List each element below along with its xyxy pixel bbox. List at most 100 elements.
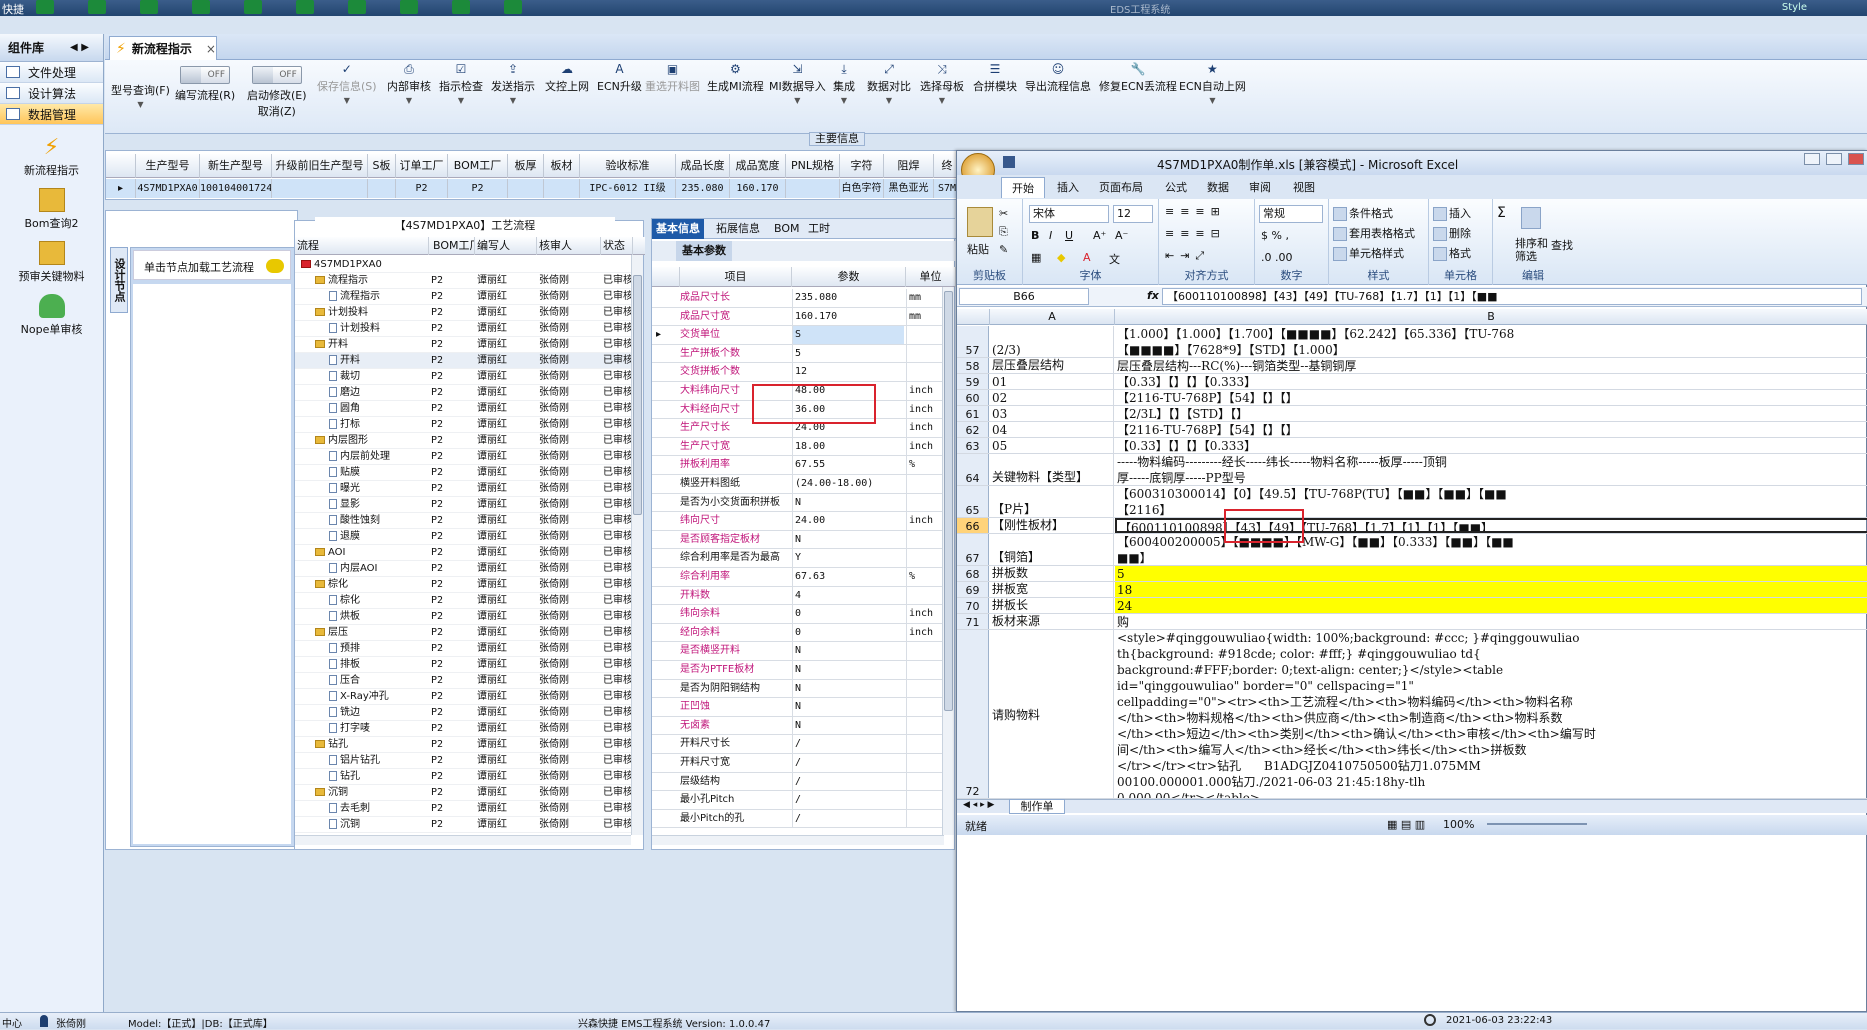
tree-row[interactable]: 沉铜 P2 谭丽红 张倚刚 已审核 (295, 817, 633, 833)
fill-color-icon[interactable]: ◆ (1057, 251, 1065, 264)
col-header[interactable]: 参数 (792, 267, 906, 287)
tree-node[interactable]: 裁切 (295, 369, 429, 385)
grid-cell[interactable]: 黑色亚光 (884, 179, 934, 198)
cell-b[interactable]: 【2116-TU-768P】【54】【】【】 (1115, 390, 1867, 405)
tree-node[interactable]: 棕化 (295, 593, 429, 609)
tree-node[interactable]: 层压 (295, 625, 429, 641)
tree-row[interactable]: AOI P2 谭丽红 张倚刚 已审核 (295, 545, 633, 561)
grid-cell[interactable] (368, 179, 396, 198)
grid-cell[interactable]: P2 (448, 179, 508, 198)
param-row[interactable]: 最小Pitch的孔 / (652, 809, 944, 829)
merge-module-button[interactable]: ☰ 合拼模块 (973, 62, 1017, 94)
tree-row[interactable]: 内层前处理 P2 谭丽红 张倚刚 已审核 (295, 449, 633, 465)
sheet-row[interactable]: 66 【刚性板材】 【600110100898】【43】【49】【TU-768】【1… (957, 518, 1867, 534)
refresh-icon[interactable] (88, 0, 106, 14)
shrink-font-icon[interactable]: A⁻ (1115, 229, 1128, 242)
tree-node[interactable]: 开料 (295, 337, 429, 353)
grow-font-icon[interactable]: A⁺ (1093, 229, 1106, 242)
toggle-switch[interactable]: OFF (251, 66, 302, 84)
tree-row[interactable]: 预排 P2 谭丽红 张倚刚 已审核 (295, 641, 633, 657)
row-header[interactable]: 68 (957, 566, 989, 581)
tab-basic-info[interactable]: 基本信息 (652, 219, 704, 239)
tab-formulas[interactable]: 公式 (1165, 179, 1187, 195)
start-modify-button[interactable]: OFF 启动修改(E) 取消(Z) (247, 66, 307, 119)
node-hint[interactable]: 单击节点加载工艺流程 (133, 250, 291, 280)
tree-node[interactable]: 内层图形 (295, 433, 429, 449)
param-value[interactable]: / (792, 809, 904, 828)
col-header[interactable]: 板厚 (508, 154, 544, 178)
tree-node[interactable]: 打字唛 (295, 721, 429, 737)
export-icon[interactable] (452, 0, 470, 14)
tree-node[interactable]: 去毛刺 (295, 801, 429, 817)
tree-node[interactable]: 内层前处理 (295, 449, 429, 465)
cell-a[interactable]: 请购物料 (990, 630, 1114, 798)
grid-cell[interactable]: 4S7MD1PXA0 (136, 179, 200, 198)
send-instruction-button[interactable]: ⇪ 发送指示 ▼ (491, 62, 535, 105)
phonetic-icon[interactable]: 文 (1109, 251, 1120, 267)
scrollbar[interactable] (652, 835, 944, 845)
tab-design-nodes[interactable]: 设计节点 (110, 247, 128, 313)
sum-icon[interactable]: Σ (1497, 205, 1506, 221)
cell-b[interactable]: 【0.33】【】【】【0.333】 (1115, 374, 1867, 389)
row-header[interactable]: 69 (957, 582, 989, 597)
param-row[interactable]: 是否为阴阳铜结构 N (652, 679, 944, 699)
decimal-icon[interactable]: .0 .00 (1261, 251, 1293, 264)
param-value[interactable]: 5 (792, 344, 904, 363)
tree-row[interactable]: 铝片钻孔 P2 谭丽红 张倚刚 已审核 (295, 753, 633, 769)
param-value[interactable]: 12 (792, 363, 904, 382)
param-row[interactable]: 层级结构 / (652, 772, 944, 792)
format-cells-button[interactable]: 格式 (1433, 245, 1471, 261)
param-row[interactable]: 正凹蚀 N (652, 698, 944, 717)
tree-node[interactable]: 预排 (295, 641, 429, 657)
tree-row[interactable]: 磨边 P2 谭丽红 张倚刚 已审核 (295, 385, 633, 401)
bold-button[interactable]: B (1031, 229, 1039, 242)
col-header[interactable]: 核审人 (537, 237, 601, 255)
tab-data[interactable]: 数据 (1207, 179, 1229, 195)
tab-new-process[interactable]: ⚡ 新流程指示 × (109, 36, 217, 60)
write-process-button[interactable]: OFF 编写流程(R) (175, 66, 235, 103)
cell-a[interactable]: 层压叠层结构 (990, 358, 1114, 373)
grid-cell[interactable] (272, 179, 368, 198)
sheet-row[interactable]: 57 (2/3) 【1.000】【1.000】【1.700】【■■■■】【62.24… (957, 326, 1867, 358)
grid-cell[interactable]: 白色字符 (840, 179, 884, 198)
param-value[interactable]: 0 (792, 605, 904, 624)
col-header[interactable]: 流程 (295, 237, 429, 255)
col-header[interactable]: 单位 (906, 267, 956, 287)
repair-ecn-button[interactable]: 🔧 修复ECN丢流程 (1099, 62, 1177, 94)
tree-row[interactable]: 4S7MD1PXA0 (295, 257, 631, 273)
launch-bom-query[interactable]: Bom查询2 (0, 188, 103, 231)
tree-node[interactable]: 磨边 (295, 385, 429, 401)
doc-icon[interactable] (244, 0, 262, 14)
tree-row[interactable]: 计划投料 P2 谭丽红 张倚刚 已审核 (295, 305, 633, 321)
param-value[interactable]: / (792, 772, 904, 791)
find-select-button[interactable]: 查找和选择 (1551, 237, 1573, 253)
tab-view[interactable]: 视图 (1293, 179, 1315, 195)
tree-row[interactable]: 钻孔 P2 谭丽红 张倚刚 已审核 (295, 737, 633, 753)
tree-row[interactable]: 流程指示 P2 谭丽红 张倚刚 已审核 (295, 289, 633, 305)
cell-a[interactable]: 02 (990, 390, 1114, 405)
tree-row[interactable]: 层压 P2 谭丽红 张倚刚 已审核 (295, 625, 633, 641)
param-value[interactable]: 67.55 (792, 456, 904, 475)
row-header[interactable]: 61 (957, 406, 989, 421)
param-value[interactable]: (24.00-18.00) (792, 475, 904, 493)
col-header[interactable]: 状态 (601, 237, 633, 255)
cell-a[interactable]: (2/3) (990, 326, 1114, 357)
tree-row[interactable]: 退膜 P2 谭丽红 张倚刚 已审核 (295, 529, 633, 545)
cell-a[interactable]: 拼板长 (990, 598, 1114, 613)
tree-node[interactable]: 流程指示 (295, 273, 429, 289)
cell-b[interactable]: <style>#qinggouwuliao{width: 100%;backgr… (1115, 630, 1867, 798)
param-value[interactable]: Y (792, 549, 904, 568)
column-header-b[interactable]: B (1115, 309, 1867, 325)
tab-worktime[interactable]: 工时 (804, 219, 834, 239)
search-icon[interactable] (36, 0, 54, 14)
cell-b[interactable]: 层压叠层结构---RC(%)---铜箔类型--基铜铜厚 (1115, 358, 1867, 373)
font-color-icon[interactable]: A (1083, 251, 1091, 264)
sort-filter-icon[interactable] (1521, 207, 1541, 229)
sheet-row[interactable]: 59 01 【0.33】【】【】【0.333】 (957, 374, 1867, 390)
tab-basic-params[interactable]: 基本参数 (676, 241, 732, 261)
grid-cell[interactable]: 235.080 (676, 179, 730, 198)
tree-node[interactable]: 排板 (295, 657, 429, 673)
save-info-button[interactable]: ✓ 保存信息(S) ▼ (317, 62, 377, 105)
scrollbar[interactable] (942, 287, 954, 835)
col-header[interactable]: 板材 (544, 154, 580, 178)
